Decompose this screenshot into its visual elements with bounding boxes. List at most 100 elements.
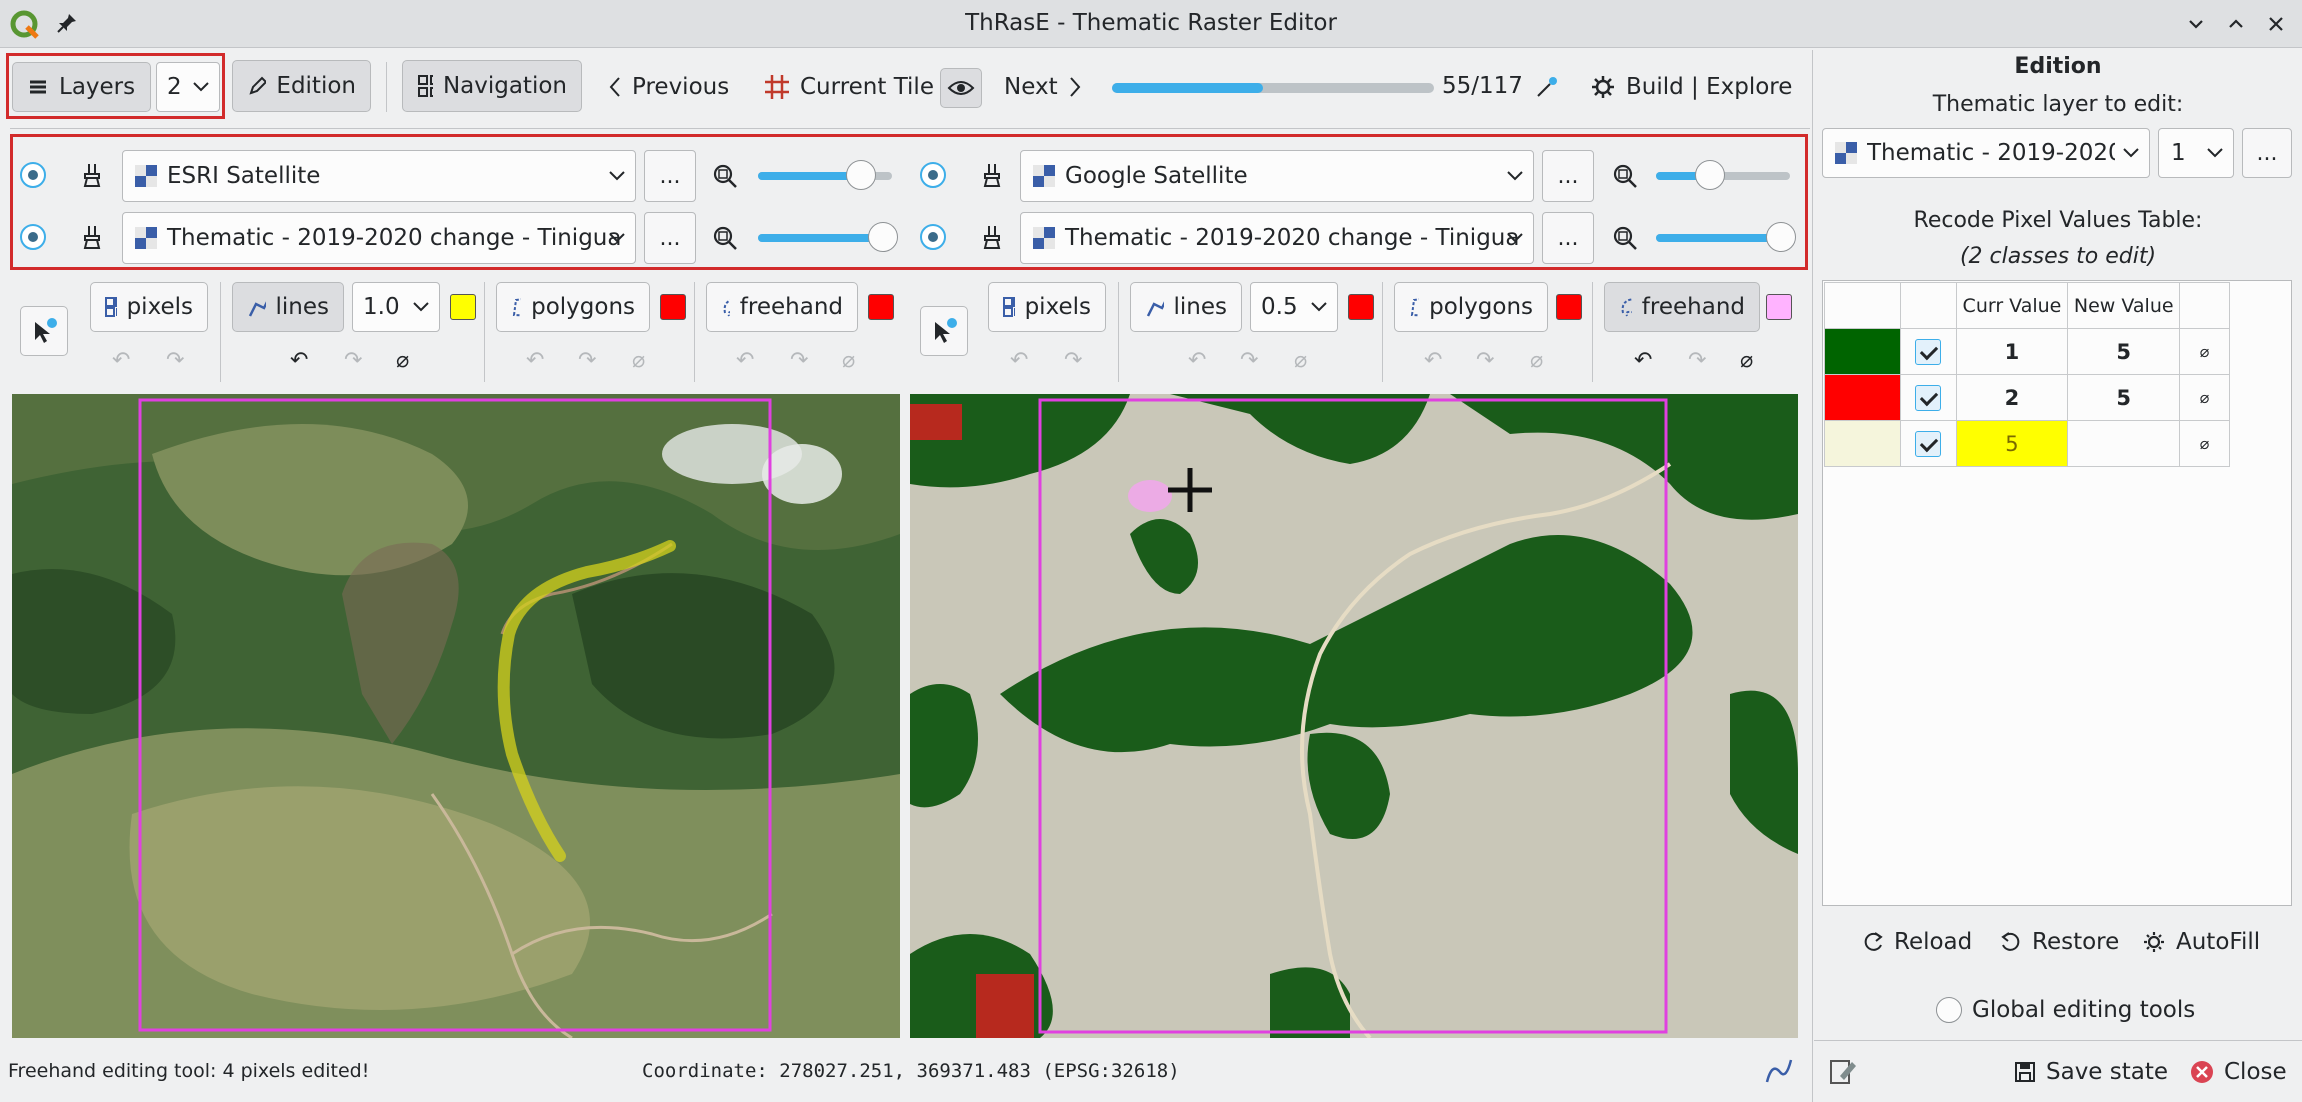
- right-pick-tool-button[interactable]: [920, 306, 968, 356]
- right-layer1-select[interactable]: Google Satellite: [1020, 150, 1534, 202]
- undo-icon[interactable]: ↶: [112, 348, 130, 373]
- curve-tool-icon[interactable]: [1764, 1056, 1794, 1092]
- right-map-canvas[interactable]: [910, 394, 1798, 1038]
- left-layer1-more-button[interactable]: ...: [644, 150, 696, 202]
- left-layer1-radio[interactable]: [20, 162, 46, 188]
- right-layer2-select[interactable]: Thematic - 2019-2020 change - Tinigua: [1020, 212, 1534, 264]
- left-freehand-button[interactable]: freehand: [706, 282, 858, 332]
- left-freehand-color-swatch[interactable]: [868, 294, 894, 320]
- class-checkbox[interactable]: [1915, 338, 1942, 365]
- undo-icon[interactable]: ↶: [1424, 348, 1442, 373]
- right-polygons-color-swatch[interactable]: [1556, 294, 1582, 320]
- right-freehand-color-swatch[interactable]: [1766, 294, 1792, 320]
- undo-icon[interactable]: ↶: [1010, 348, 1028, 373]
- redo-icon[interactable]: ↷: [1688, 348, 1706, 373]
- left-line-color-swatch[interactable]: [450, 294, 476, 320]
- class-checkbox-cell[interactable]: [1899, 374, 1957, 421]
- class-checkbox-cell[interactable]: [1899, 328, 1957, 375]
- navigation-button[interactable]: Navigation: [402, 60, 582, 112]
- left-layer2-brush-icon[interactable]: [80, 224, 104, 256]
- clear-row-icon[interactable]: ⌀: [2179, 420, 2230, 467]
- left-layer2-opacity-slider[interactable]: [758, 222, 898, 252]
- restore-button[interactable]: Restore: [2000, 924, 2119, 960]
- build-explore-button[interactable]: Build | Explore: [1590, 70, 1792, 104]
- class-checkbox[interactable]: [1915, 384, 1942, 411]
- autofill-button[interactable]: AutoFill: [2142, 924, 2260, 960]
- redo-icon[interactable]: ↷: [1476, 348, 1494, 373]
- class-color-cell[interactable]: [1824, 374, 1901, 421]
- global-tools-radio[interactable]: [1936, 997, 1962, 1023]
- band-select[interactable]: 1: [2158, 128, 2234, 178]
- edit-log-icon[interactable]: [1828, 1056, 1858, 1092]
- layers-count-select[interactable]: 2: [156, 62, 220, 112]
- right-polygons-button[interactable]: polygons: [1394, 282, 1548, 332]
- zoom-icon[interactable]: [1612, 225, 1638, 257]
- clear-icon[interactable]: ⌀: [632, 348, 645, 373]
- redo-icon[interactable]: ↷: [578, 348, 596, 373]
- clear-icon[interactable]: ⌀: [1740, 348, 1753, 373]
- thematic-more-button[interactable]: ...: [2242, 128, 2292, 178]
- maximize-icon[interactable]: [2222, 10, 2250, 38]
- edition-button[interactable]: Edition: [232, 60, 371, 112]
- left-layer2-radio[interactable]: [20, 224, 46, 250]
- clear-icon[interactable]: ⌀: [1294, 348, 1307, 373]
- left-line-width-select[interactable]: 1.0: [352, 282, 440, 332]
- undo-icon[interactable]: ↶: [526, 348, 544, 373]
- save-state-button[interactable]: Save state: [2014, 1054, 2168, 1090]
- thematic-layer-select[interactable]: Thematic - 2019-2020 ch: [1822, 128, 2150, 178]
- zoom-icon[interactable]: [1612, 163, 1638, 195]
- left-layer1-opacity-slider[interactable]: [758, 160, 892, 190]
- left-map-canvas[interactable]: [12, 394, 900, 1038]
- clear-icon[interactable]: ⌀: [1530, 348, 1543, 373]
- right-layer1-brush-icon[interactable]: [980, 162, 1004, 194]
- undo-icon[interactable]: ↶: [736, 348, 754, 373]
- right-layer2-more-button[interactable]: ...: [1542, 212, 1594, 264]
- right-layer1-more-button[interactable]: ...: [1542, 150, 1594, 202]
- clear-icon[interactable]: ⌀: [842, 348, 855, 373]
- right-layer2-brush-icon[interactable]: [980, 224, 1004, 256]
- new-value-cell[interactable]: 5: [2067, 374, 2181, 421]
- redo-icon[interactable]: ↷: [166, 348, 184, 373]
- undo-icon[interactable]: ↶: [1634, 348, 1652, 373]
- left-lines-button[interactable]: lines: [232, 282, 344, 332]
- left-pick-tool-button[interactable]: [20, 306, 68, 356]
- left-layer1-select[interactable]: ESRI Satellite: [122, 150, 636, 202]
- left-layer1-brush-icon[interactable]: [80, 162, 104, 194]
- undo-icon[interactable]: ↶: [290, 348, 308, 373]
- right-freehand-button[interactable]: freehand: [1604, 282, 1760, 332]
- new-value-cell[interactable]: 5: [2067, 328, 2181, 375]
- next-button[interactable]: Next: [1004, 70, 1082, 104]
- minimize-icon[interactable]: [2182, 10, 2210, 38]
- class-color-cell[interactable]: [1824, 328, 1901, 375]
- left-layer2-select[interactable]: Thematic - 2019-2020 change - Tinigua: [122, 212, 636, 264]
- clear-row-icon[interactable]: ⌀: [2179, 328, 2230, 375]
- zoom-icon[interactable]: [712, 163, 738, 195]
- auto-zoom-icon[interactable]: [1534, 74, 1560, 100]
- right-layer1-radio[interactable]: [920, 162, 946, 188]
- class-checkbox[interactable]: [1915, 430, 1942, 457]
- right-layer1-opacity-slider[interactable]: [1656, 160, 1790, 190]
- left-pixels-button[interactable]: pixels: [90, 282, 208, 332]
- global-tools-toggle[interactable]: Global editing tools: [1936, 992, 2195, 1028]
- zoom-icon[interactable]: [712, 225, 738, 257]
- class-checkbox-cell[interactable]: [1899, 420, 1957, 467]
- new-value-cell[interactable]: [2067, 420, 2181, 467]
- layers-button[interactable]: Layers: [12, 62, 151, 112]
- right-line-width-select[interactable]: 0.5: [1250, 282, 1338, 332]
- class-color-cell[interactable]: [1824, 420, 1901, 467]
- clear-icon[interactable]: ⌀: [396, 348, 409, 373]
- previous-button[interactable]: Previous: [608, 70, 729, 104]
- right-pixels-button[interactable]: pixels: [988, 282, 1106, 332]
- left-polygons-button[interactable]: polygons: [496, 282, 650, 332]
- reload-button[interactable]: Reload: [1862, 924, 1972, 960]
- redo-icon[interactable]: ↷: [1064, 348, 1082, 373]
- redo-icon[interactable]: ↷: [790, 348, 808, 373]
- current-tile-button[interactable]: Current Tile: [764, 70, 934, 104]
- right-line-color-swatch[interactable]: [1348, 294, 1374, 320]
- redo-icon[interactable]: ↷: [344, 348, 362, 373]
- close-button[interactable]: Close: [2190, 1054, 2287, 1090]
- redo-icon[interactable]: ↷: [1240, 348, 1258, 373]
- left-polygons-color-swatch[interactable]: [660, 294, 686, 320]
- undo-icon[interactable]: ↶: [1188, 348, 1206, 373]
- clear-row-icon[interactable]: ⌀: [2179, 374, 2230, 421]
